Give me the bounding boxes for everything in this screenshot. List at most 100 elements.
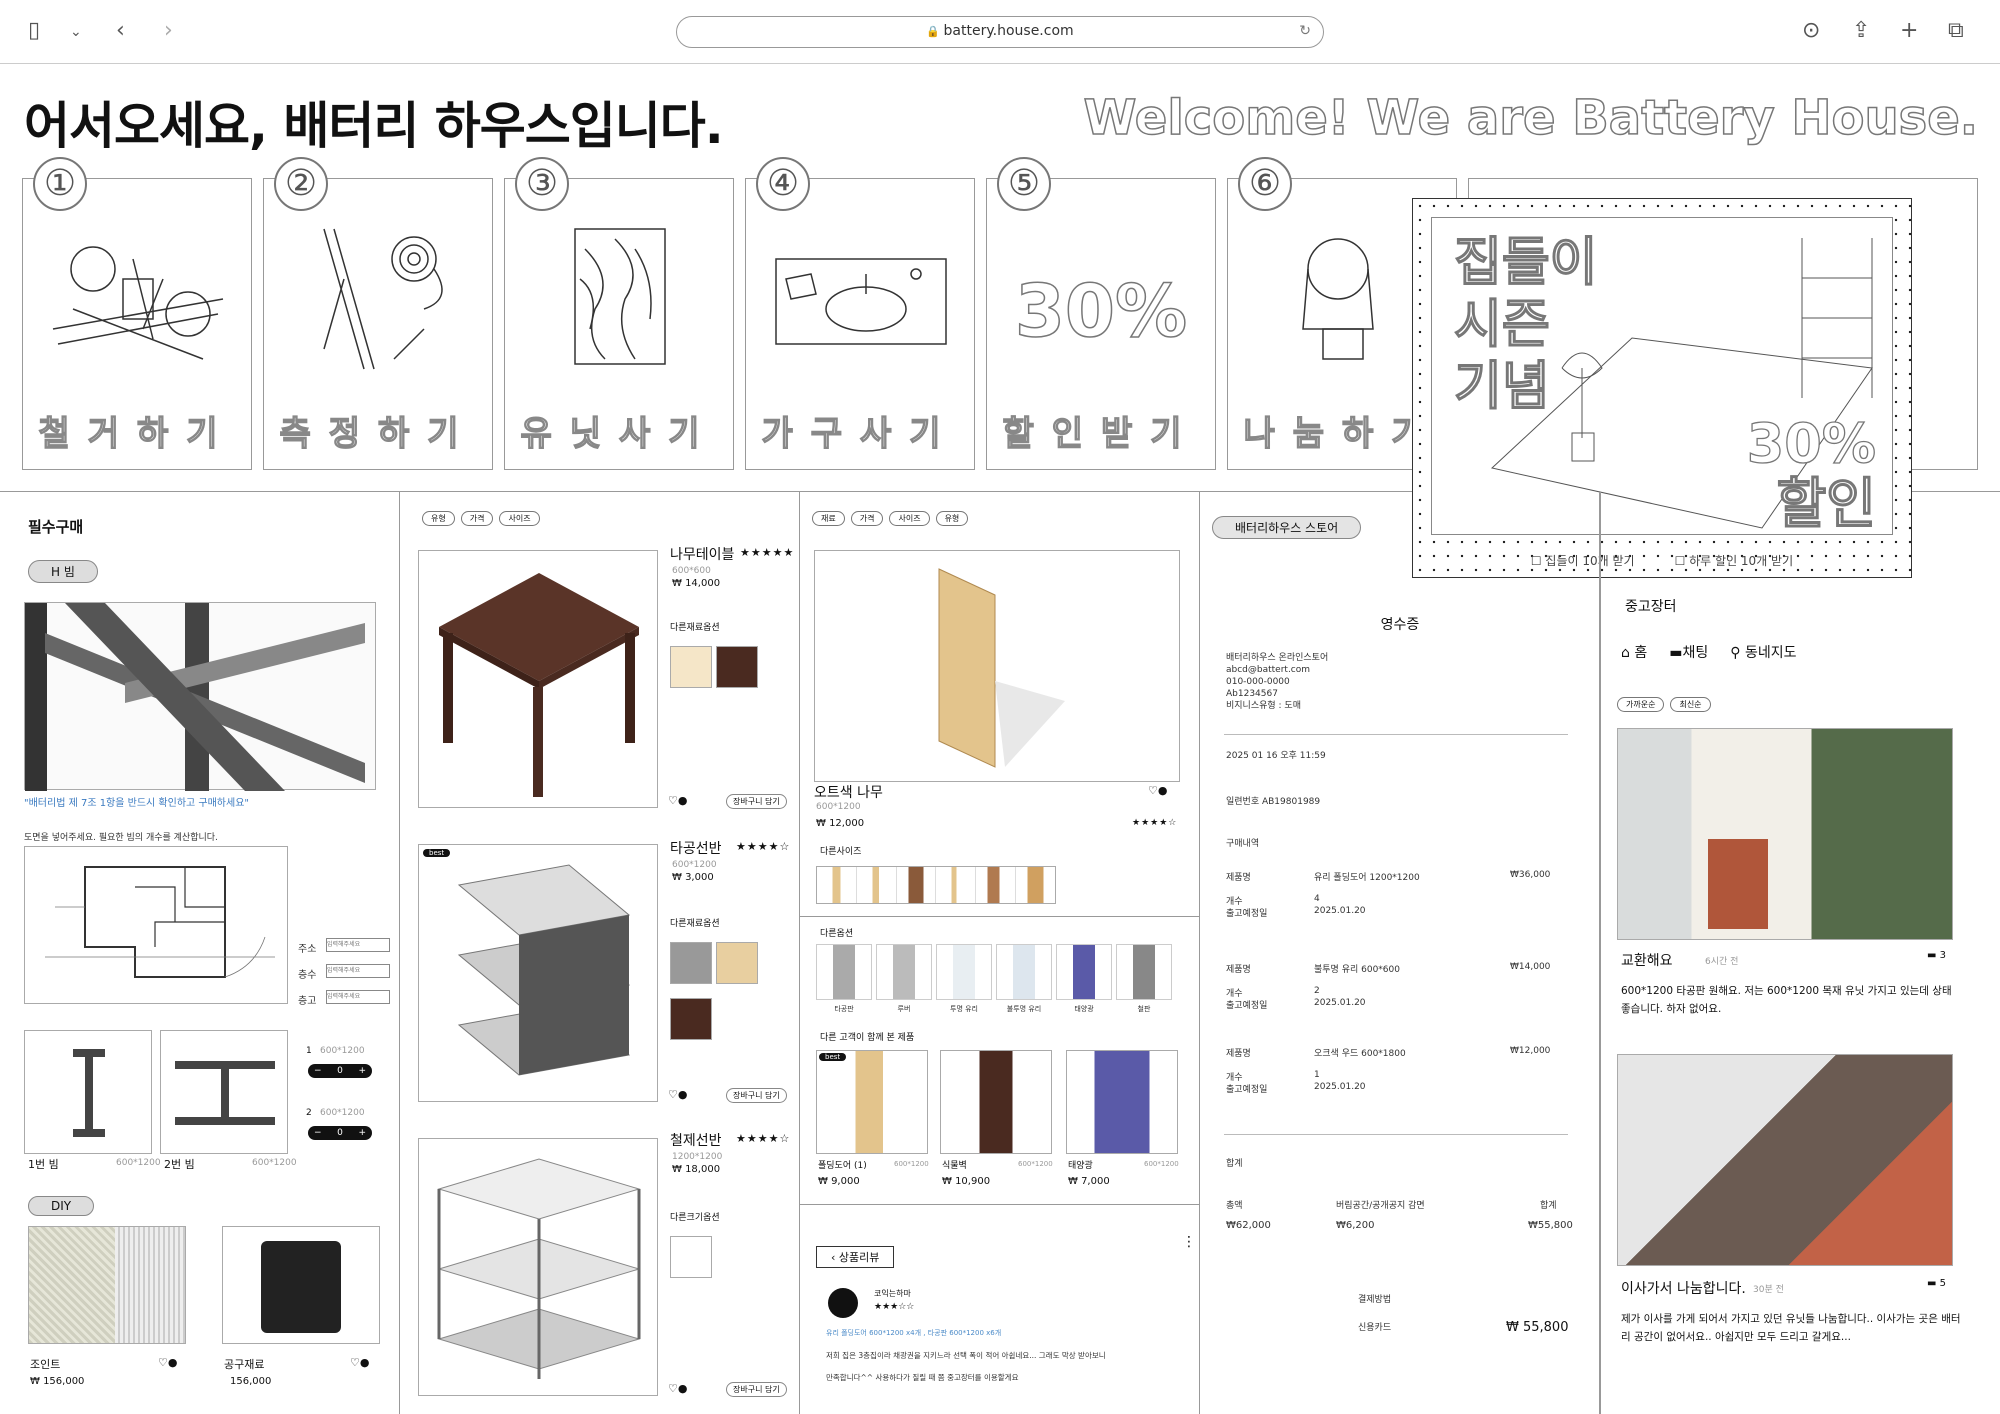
related-product-image[interactable]: best (816, 1050, 928, 1154)
minus-icon[interactable]: − (314, 1126, 322, 1140)
size-option[interactable] (976, 867, 1017, 903)
filter-nearest[interactable]: 가까운순 (1617, 697, 1665, 712)
product-size: 600*1200 (816, 802, 861, 812)
plus-icon[interactable]: + (358, 1126, 366, 1140)
comment-count: ▬ 5 (1927, 1278, 1947, 1289)
step-measure[interactable]: ② 측정하기 (263, 157, 493, 470)
promo-card: 집들이 시즌 기념 30% 할인 (1431, 217, 1893, 535)
heart-icon[interactable]: ♡● (668, 1382, 687, 1395)
nav-map[interactable]: ⚲ 동네지도 (1730, 642, 1796, 662)
back-icon: ‹ (831, 1251, 839, 1264)
product-name: 철제선반 (670, 1133, 722, 1149)
best-badge: best (423, 849, 451, 857)
payment-total: ₩ 55,800 (1506, 1320, 1569, 1335)
filter-material[interactable]: 재료 (812, 511, 845, 526)
back-icon[interactable]: ‹ (116, 18, 125, 43)
option-label: 다른재료옵션 (670, 919, 720, 929)
size-option[interactable] (856, 867, 897, 903)
filter-type[interactable]: 유형 (422, 511, 455, 526)
heart-icon[interactable]: ♡● (668, 794, 687, 807)
nav-home[interactable]: ⌂ 홈 (1621, 642, 1647, 662)
option-frosted-glass[interactable] (996, 944, 1052, 1000)
download-icon[interactable]: ⊙ (1802, 18, 1820, 43)
wood-table-render (439, 573, 639, 797)
post-1-image[interactable] (1617, 728, 1953, 940)
chevron-down-icon[interactable]: ⌄ (70, 24, 82, 40)
filter-size[interactable]: 사이즈 (499, 511, 540, 526)
post-2-image[interactable] (1617, 1054, 1953, 1266)
product-image[interactable]: best (418, 844, 658, 1102)
filter-newest[interactable]: 최신순 (1670, 697, 1711, 712)
option-perforated[interactable] (816, 944, 872, 1000)
heart-icon[interactable]: ♡● (668, 1088, 687, 1101)
beam-2-name: 2번 빔 (164, 1158, 195, 1171)
beam-1-card[interactable] (24, 1030, 152, 1154)
filter-price[interactable]: 가격 (460, 511, 494, 526)
filter-price[interactable]: 가격 (850, 511, 884, 526)
beam-2-quantity-stepper[interactable]: −0 + (308, 1126, 372, 1140)
minus-icon[interactable]: − (314, 1064, 322, 1078)
floors-input[interactable] (326, 964, 390, 978)
option-swatch-wood[interactable] (716, 942, 758, 984)
step-number: ③ (515, 157, 569, 211)
ceiling-height-input[interactable] (326, 990, 390, 1004)
add-to-cart-button[interactable]: 장바구니 담기 (726, 1088, 787, 1103)
forward-icon[interactable]: › (164, 18, 173, 43)
filter-size[interactable]: 사이즈 (889, 511, 930, 526)
review-header-button[interactable]: ‹ 상품리뷰 (816, 1246, 895, 1268)
option-steel-plate[interactable] (1116, 944, 1172, 1000)
field-label: 주소 (298, 944, 317, 955)
related-product-image[interactable] (940, 1050, 1052, 1154)
share-icon[interactable]: ⇪ (1852, 18, 1870, 43)
size-option[interactable] (896, 867, 937, 903)
option-solar[interactable] (1056, 944, 1112, 1000)
option-swatch-dark[interactable] (716, 646, 758, 688)
store-tag[interactable]: 배터리하우스 스토어 (1212, 516, 1362, 539)
option-swatch-light[interactable] (670, 646, 712, 688)
product-image[interactable] (418, 1138, 658, 1396)
option-clear-glass[interactable] (936, 944, 992, 1000)
option-louver[interactable] (876, 944, 932, 1000)
floor-plan-upload[interactable] (24, 846, 288, 1004)
section-title: 필수구매 (28, 518, 84, 536)
filter-type[interactable]: 유형 (935, 511, 969, 526)
product-image[interactable] (418, 550, 658, 808)
size-option[interactable] (1016, 867, 1055, 903)
size-option[interactable] (817, 867, 857, 903)
step-label: 할인받기 (1002, 413, 1200, 454)
plus-icon[interactable]: + (358, 1064, 366, 1078)
add-to-cart-button[interactable]: 장바구니 담기 (726, 1382, 787, 1397)
joint-image[interactable] (28, 1226, 186, 1344)
step-discount[interactable]: ⑤ 30% 할인받기 (986, 157, 1216, 470)
receipt-title: 영수증 (1380, 617, 1420, 633)
item-price: ₩14,000 (1510, 962, 1551, 972)
heart-icon[interactable]: ♡● (158, 1356, 177, 1369)
step-buy-units[interactable]: ③ 유닛사기 (504, 157, 734, 470)
plus-icon[interactable]: + (1900, 18, 1918, 43)
sidebar-icon[interactable]: ▯ (28, 18, 40, 43)
heart-icon[interactable]: ♡● (1148, 784, 1167, 797)
address-input[interactable] (326, 938, 390, 952)
step-demolish[interactable]: ① 철거하기 (22, 157, 252, 470)
add-to-cart-button[interactable]: 장바구니 담기 (726, 794, 787, 809)
nav-chat[interactable]: ▬채팅 (1669, 642, 1708, 662)
heart-icon[interactable]: ♡● (350, 1356, 369, 1369)
tag-h-beam[interactable]: H 빔 (28, 560, 98, 583)
option-swatch-small-shelf[interactable] (670, 1236, 712, 1278)
tools-image[interactable] (222, 1226, 380, 1344)
reload-icon[interactable]: ↻ (1299, 17, 1311, 46)
tag-diy[interactable]: DIY (28, 1196, 95, 1216)
product-main-image[interactable] (814, 550, 1180, 782)
related-product-image[interactable] (1066, 1050, 1178, 1154)
size-option[interactable] (936, 867, 977, 903)
more-icon[interactable]: ⋮ (1182, 1234, 1196, 1250)
receipt-column: 배터리하우스 스토어 영수증 배터리하우스 온라인스토어 abcd@battert… (1200, 492, 1600, 1414)
address-bar[interactable]: 🔒 battery.house.com ↻ (676, 16, 1324, 48)
tabs-icon[interactable]: ⧉ (1948, 18, 1964, 43)
step-buy-furniture[interactable]: ④ 가구사기 (745, 157, 975, 470)
option-swatch-dark[interactable] (670, 998, 712, 1040)
option-swatch-grey[interactable] (670, 942, 712, 984)
related-size: 600*1200 (1144, 1160, 1179, 1168)
beam-2-card[interactable] (160, 1030, 288, 1154)
beam-1-quantity-stepper[interactable]: −0 + (308, 1064, 372, 1078)
